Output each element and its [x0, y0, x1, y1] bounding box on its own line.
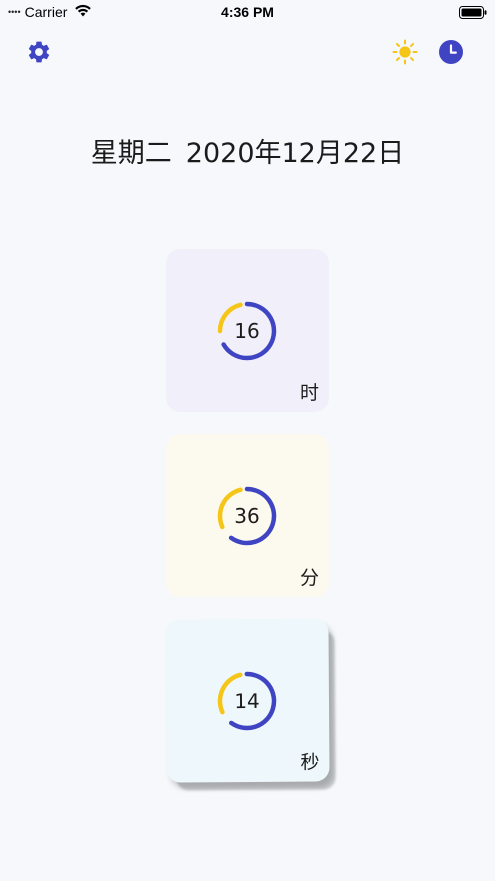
- hour-value: 16: [234, 319, 260, 343]
- minute-value: 36: [234, 504, 260, 528]
- minute-unit-label: 分: [299, 567, 319, 589]
- minute-card: 36 分: [166, 434, 329, 597]
- sun-icon: [391, 38, 419, 70]
- hour-card: 16 时: [166, 249, 329, 412]
- battery-full-icon: [459, 6, 487, 22]
- status-bar-time: 4:36 PM: [221, 4, 274, 20]
- clock-mode-button[interactable]: [437, 40, 465, 68]
- settings-button[interactable]: [25, 40, 53, 68]
- second-value: 14: [234, 688, 260, 714]
- brightness-button[interactable]: [391, 38, 419, 70]
- weekday-label: 星期二: [90, 138, 172, 169]
- date-label: 2020年12月22日: [185, 138, 405, 169]
- gear-icon: [26, 39, 52, 69]
- date-display: 星期二 2020年12月22日: [0, 131, 495, 170]
- clock-icon: [438, 39, 464, 69]
- second-card: 14 秒: [165, 618, 330, 783]
- second-unit-label: 秒: [300, 751, 320, 774]
- status-bar: •••• Carrier 4:36 PM: [0, 0, 495, 26]
- hour-unit-label: 时: [299, 382, 319, 404]
